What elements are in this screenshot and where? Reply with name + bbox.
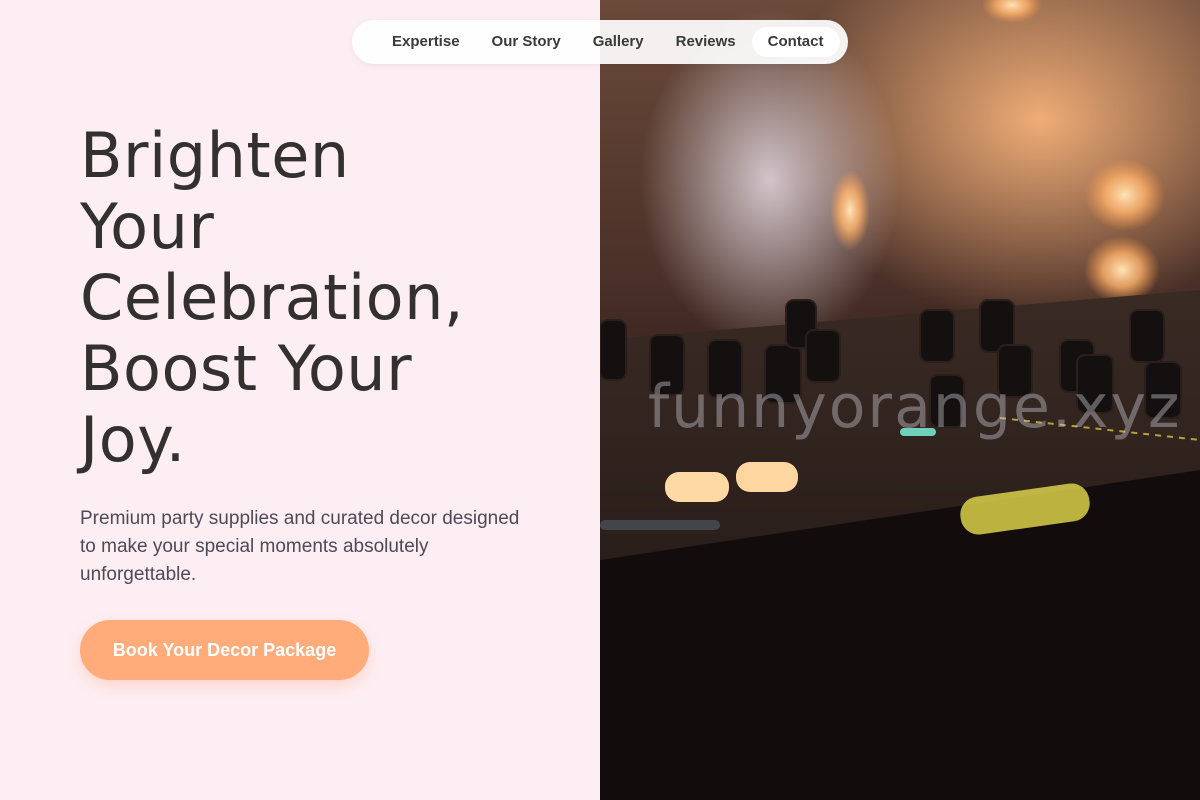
dj-mixer-photo [600,0,1200,800]
nav-item-gallery[interactable]: Gallery [577,27,660,57]
hero-title-line: Boost Your [80,332,413,405]
hero-title: Brighten Your Celebration, Boost Your Jo… [80,120,580,475]
nav-item-reviews[interactable]: Reviews [660,27,752,57]
hero-image [600,0,1200,800]
nav-item-our-story[interactable]: Our Story [476,27,577,57]
hero-title-line: Joy. [80,403,186,476]
top-navigation: Expertise Our Story Gallery Reviews Cont… [352,20,848,64]
hero-title-line: Celebration, [80,261,465,334]
hero-subtitle: Premium party supplies and curated decor… [80,508,520,585]
nav-item-expertise[interactable]: Expertise [376,27,476,57]
hero-title-line: Your [80,190,215,263]
book-decor-package-button[interactable]: Book Your Decor Package [80,620,369,680]
nav-item-contact[interactable]: Contact [751,27,840,57]
hero-title-line: Brighten [80,119,350,192]
